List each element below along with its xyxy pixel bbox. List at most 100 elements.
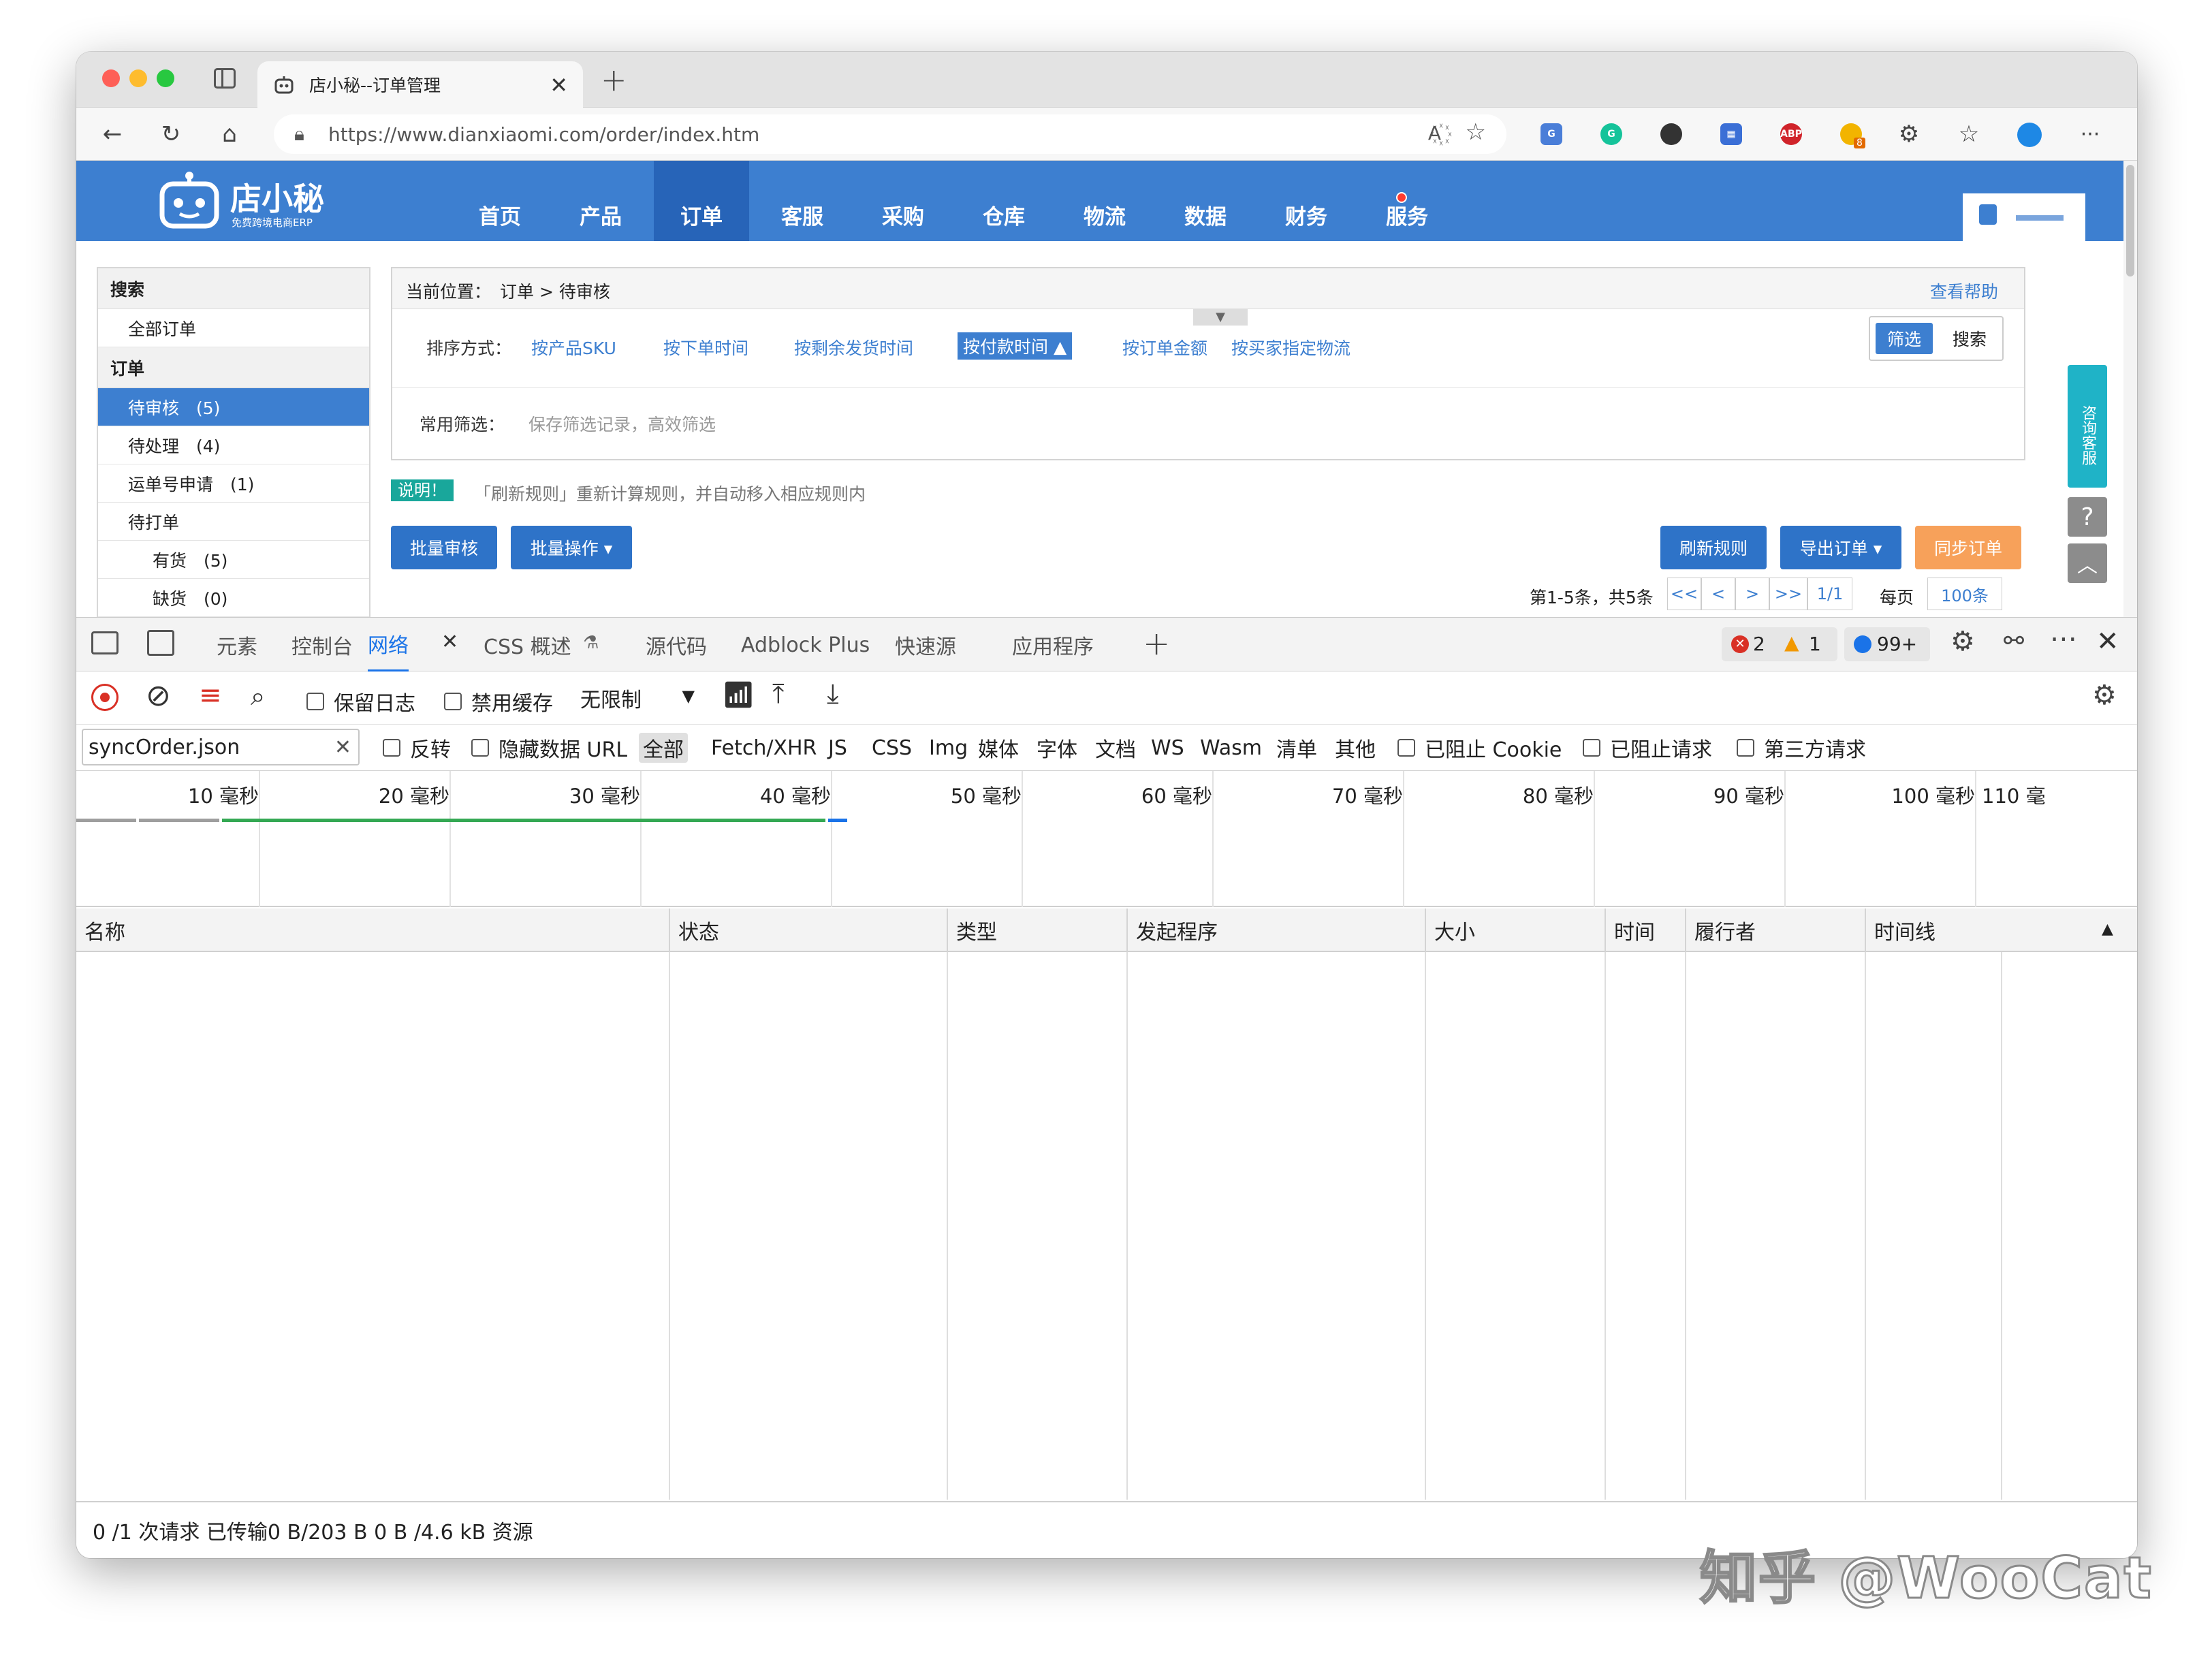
col-time[interactable]: 时间 [1605, 908, 1655, 952]
type-other[interactable]: 其他 [1335, 733, 1376, 763]
col-size[interactable]: 大小 [1425, 908, 1475, 952]
filter-toggle-icon[interactable]: ≡ [199, 680, 222, 711]
type-wasm[interactable]: Wasm [1200, 733, 1262, 763]
favorites-icon[interactable]: ☆ [1952, 117, 1986, 151]
extensions-puzzle-icon[interactable]: ⚙ [1892, 117, 1926, 151]
sidebar-item-tracking-request[interactable]: 运单号申请 (1) [98, 464, 369, 503]
tab-adblock-plus[interactable]: Adblock Plus [741, 618, 870, 672]
tab-quick-source[interactable]: 快速源 [895, 618, 956, 672]
add-tool-plus-icon[interactable]: + [1143, 625, 1170, 663]
disable-cache-checkbox[interactable]: 禁用缓存 [444, 686, 553, 716]
sidebar-item-pending-process[interactable]: 待处理 (4) [98, 426, 369, 464]
help-question-icon[interactable]: ? [2068, 497, 2107, 537]
issues-counter[interactable]: ✕ 2 ▲ 1 [1722, 627, 1837, 661]
blocked-cookies-checkbox[interactable]: 已阻止 Cookie [1397, 733, 1562, 763]
sort-by-order-amount[interactable]: 按订单金额 [1122, 335, 1207, 360]
throttle-select[interactable]: 无限制 ▼ [575, 681, 700, 715]
filter-mode-button[interactable]: 筛选 [1876, 323, 1933, 354]
help-link[interactable]: 查看帮助 [1930, 279, 1998, 303]
search-icon[interactable]: ⌕ [251, 681, 265, 712]
sidebar-item-out-of-stock[interactable]: 缺货 (0) [98, 579, 369, 617]
common-filter-placeholder[interactable]: 保存筛选记录，高效筛选 [528, 411, 716, 436]
close-tab-icon[interactable]: ✕ [550, 72, 568, 98]
tab-elements[interactable]: 元素 [217, 618, 257, 672]
close-network-tab-icon[interactable]: ✕ [441, 630, 458, 654]
sort-by-buyer-logistics[interactable]: 按买家指定物流 [1231, 335, 1350, 360]
connect-icon[interactable]: ⚯ [2004, 627, 2024, 655]
nav-purchasing[interactable]: 采购 [855, 161, 951, 241]
scroll-top-chevron-icon[interactable]: ︿ [2068, 543, 2107, 583]
col-initiator[interactable]: 发起程序 [1126, 908, 1218, 952]
browser-tab-active[interactable]: 店小秘--订单管理 ✕ [257, 61, 583, 108]
nav-customer-service[interactable]: 客服 [755, 161, 850, 241]
type-font[interactable]: 字体 [1037, 733, 1077, 763]
sort-ascending-icon[interactable]: ▲ [2102, 921, 2113, 938]
color-extension-icon[interactable] [1660, 123, 1682, 145]
type-all[interactable]: 全部 [639, 733, 688, 763]
prev-page-button[interactable]: < [1701, 578, 1735, 610]
url-field[interactable]: 🔒︎ https://www.dianxiaomi.com/order/inde… [274, 114, 1506, 154]
browser-menu-icon[interactable]: ··· [2073, 117, 2107, 151]
nav-logistics[interactable]: 物流 [1057, 161, 1152, 241]
network-settings-icon[interactable]: ⚙ [2092, 680, 2117, 711]
blocked-requests-checkbox[interactable]: 已阻止请求 [1583, 733, 1712, 763]
zoom-window-button[interactable] [157, 69, 174, 87]
batch-operations-button[interactable]: 批量操作 ▾ [511, 526, 632, 569]
export-har-icon[interactable]: ⤓ [827, 678, 839, 710]
col-name[interactable]: 名称 [76, 908, 125, 952]
sort-by-order-time[interactable]: 按下单时间 [663, 335, 748, 360]
tab-network[interactable]: 网络 [368, 618, 409, 672]
last-page-button[interactable]: >> [1769, 578, 1807, 610]
col-fulfilled-by[interactable]: 履行者 [1685, 908, 1756, 952]
tab-application[interactable]: 应用程序 [1012, 618, 1094, 672]
per-page-select[interactable]: 100条 [1927, 578, 2002, 610]
devtools-more-icon[interactable]: ⋯ [2050, 623, 2077, 654]
export-orders-button[interactable]: 导出订单 ▾ [1780, 526, 1901, 569]
record-stop-icon[interactable] [91, 684, 118, 711]
read-aloud-icon[interactable]: A꙰ [1428, 120, 1441, 146]
grammarly-extension-icon[interactable]: G [1600, 123, 1622, 145]
adblock-plus-extension-icon[interactable]: ABP [1780, 123, 1802, 145]
profile-avatar[interactable] [2017, 123, 2042, 147]
sidebar-item-to-print[interactable]: 待打单 [98, 503, 369, 541]
back-arrow-icon[interactable]: ← [95, 117, 129, 151]
page-scrollbar[interactable] [2123, 161, 2137, 617]
inspect-element-icon[interactable] [91, 631, 118, 654]
apps-extension-icon[interactable]: ▦ [1720, 123, 1742, 145]
translate-extension-icon[interactable]: G [1540, 123, 1562, 145]
nav-data[interactable]: 数据 [1158, 161, 1253, 241]
type-doc[interactable]: 文档 [1095, 733, 1136, 763]
home-icon[interactable]: ⌂ [212, 117, 247, 151]
refresh-rules-button[interactable]: 刷新规则 [1660, 526, 1767, 569]
sort-by-remaining-ship-time[interactable]: 按剩余发货时间 [794, 335, 913, 360]
sidebar-item-pending-review[interactable]: 待审核 (5) [98, 388, 369, 426]
clear-filter-icon[interactable]: ✕ [334, 736, 351, 759]
sort-by-sku[interactable]: 按产品SKU [531, 335, 616, 360]
type-js[interactable]: JS [828, 733, 847, 763]
type-img[interactable]: Img [929, 733, 968, 763]
devtools-settings-icon[interactable]: ⚙ [1950, 626, 1975, 657]
favorite-add-icon[interactable]: ☆ [1466, 118, 1486, 146]
user-account-box[interactable] [1963, 193, 2085, 241]
collapse-toggle-icon[interactable]: ▼ [1193, 309, 1248, 326]
tab-sources[interactable]: 源代码 [646, 618, 707, 672]
consult-service-button[interactable]: 咨询客服 [2068, 365, 2107, 488]
sidebar-item-in-stock[interactable]: 有货 (5) [98, 541, 369, 579]
type-media[interactable]: 媒体 [978, 733, 1019, 763]
sidebar-item-all-orders[interactable]: 全部订单 [98, 309, 369, 347]
col-waterfall[interactable]: 时间线 [1865, 908, 1936, 952]
preserve-log-checkbox[interactable]: 保留日志 [306, 686, 415, 716]
nav-warehouse[interactable]: 仓库 [956, 161, 1052, 241]
search-mode-button[interactable]: 搜索 [1941, 323, 1998, 354]
filter-input[interactable]: syncOrder.json ✕ [82, 729, 360, 765]
tab-css-overview[interactable]: CSS 概述 [484, 618, 571, 672]
messages-counter[interactable]: 99+ [1844, 627, 1930, 661]
close-devtools-icon[interactable]: ✕ [2096, 626, 2119, 657]
hide-data-url-checkbox[interactable]: 隐藏数据 URL [471, 733, 627, 763]
nav-services[interactable]: 服务 [1359, 161, 1455, 241]
new-tab-button[interactable]: + [601, 61, 627, 98]
import-har-icon[interactable]: ⤒ [772, 678, 785, 710]
type-manifest[interactable]: 清单 [1276, 733, 1317, 763]
nav-orders[interactable]: 订单 [654, 161, 749, 241]
batch-review-button[interactable]: 批量审核 [391, 526, 497, 569]
